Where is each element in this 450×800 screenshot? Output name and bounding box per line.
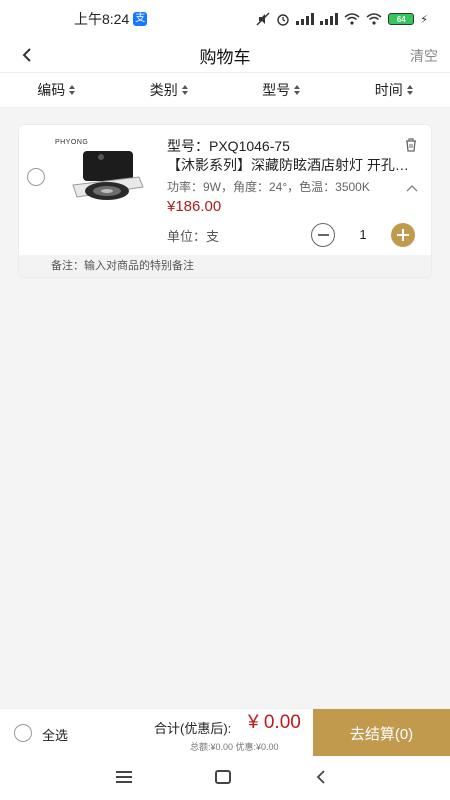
- quantity-decrease-button[interactable]: [311, 223, 335, 247]
- filter-category[interactable]: 类别: [113, 73, 226, 107]
- nav-bar: 购物车 清空: [0, 38, 450, 72]
- back-arrow-icon: [316, 770, 325, 784]
- product-name: 【沐影系列】深藏防眩酒店射灯 开孔75mm: [167, 157, 415, 173]
- filter-label: 时间: [374, 82, 403, 98]
- total-value: ¥ 0.00: [248, 712, 301, 733]
- mute-icon: [256, 12, 270, 26]
- filter-model[interactable]: 型号: [225, 73, 338, 107]
- cart-item-card: PHYONG 型号：PXQ1046-75 【沐影系列】深藏防眩酒店射灯 开孔75…: [18, 124, 432, 278]
- product-image[interactable]: PHYONG: [53, 137, 161, 223]
- filter-time[interactable]: 时间: [338, 73, 450, 107]
- home-icon[interactable]: [215, 770, 231, 784]
- remark-input[interactable]: 备注：输入对商品的特别备注: [19, 255, 431, 277]
- battery-icon: 64: [388, 13, 415, 25]
- signal-2-icon: [320, 13, 339, 25]
- charging-icon: ⚡: [420, 13, 428, 26]
- checkout-bar: 全选 合计(优惠后): ¥ 0.00 总额:¥0.00 优惠:¥0.00 去结算…: [0, 708, 450, 757]
- quantity-increase-button[interactable]: [391, 223, 415, 247]
- filter-code[interactable]: 编码: [0, 73, 113, 107]
- sort-icon: [294, 85, 301, 95]
- product-spec: 功率：9W，角度：24°，色温：3500K: [167, 180, 370, 194]
- status-bar: 上午8:24 支 64 ⚡: [0, 0, 450, 38]
- brand-logo-text: PHYONG: [55, 139, 89, 146]
- sort-icon: [69, 85, 76, 95]
- product-model: 型号：PXQ1046-75: [167, 138, 290, 154]
- product-unit: 单位：支: [167, 229, 220, 244]
- alarm-icon: [277, 14, 289, 26]
- back-nav-button[interactable]: [314, 769, 328, 785]
- chevron-left-icon: [22, 48, 31, 62]
- quantity-value[interactable]: 1: [353, 227, 373, 242]
- signal-icon: [296, 13, 315, 25]
- chevron-up-icon: [406, 185, 418, 192]
- alipay-icon: 支: [133, 12, 148, 26]
- delete-button[interactable]: [403, 137, 419, 153]
- collapse-button[interactable]: [405, 180, 419, 192]
- filter-label: 编码: [37, 82, 66, 98]
- wifi-2-icon: [366, 13, 382, 25]
- item-select-checkbox[interactable]: [27, 168, 45, 186]
- trash-icon: [406, 138, 416, 152]
- status-time: 上午8:24: [74, 11, 130, 27]
- filter-label: 类别: [149, 82, 178, 98]
- status-icons: 64 ⚡: [256, 12, 428, 26]
- sort-icon: [406, 85, 413, 95]
- filter-label: 型号: [262, 82, 291, 98]
- filter-bar: 编码 类别 型号 时间: [0, 72, 450, 108]
- select-all-label[interactable]: 全选: [42, 725, 68, 744]
- page-title: 购物车: [199, 47, 251, 67]
- menu-icon[interactable]: [116, 771, 132, 783]
- checkout-button[interactable]: 去结算(0): [313, 709, 450, 757]
- wifi-icon: [344, 13, 360, 25]
- system-nav-bar: [0, 756, 450, 800]
- spotlight-icon: [72, 151, 144, 200]
- clear-button[interactable]: 清空: [410, 46, 438, 66]
- sort-icon: [181, 85, 188, 95]
- subtotal-discount: 总额:¥0.00 优惠:¥0.00: [190, 742, 279, 752]
- back-button[interactable]: [14, 42, 40, 68]
- select-all-checkbox[interactable]: [14, 724, 32, 742]
- total-label: 合计(优惠后):: [154, 721, 232, 736]
- minus-icon: [317, 234, 329, 236]
- product-price: ¥186.00: [167, 198, 222, 215]
